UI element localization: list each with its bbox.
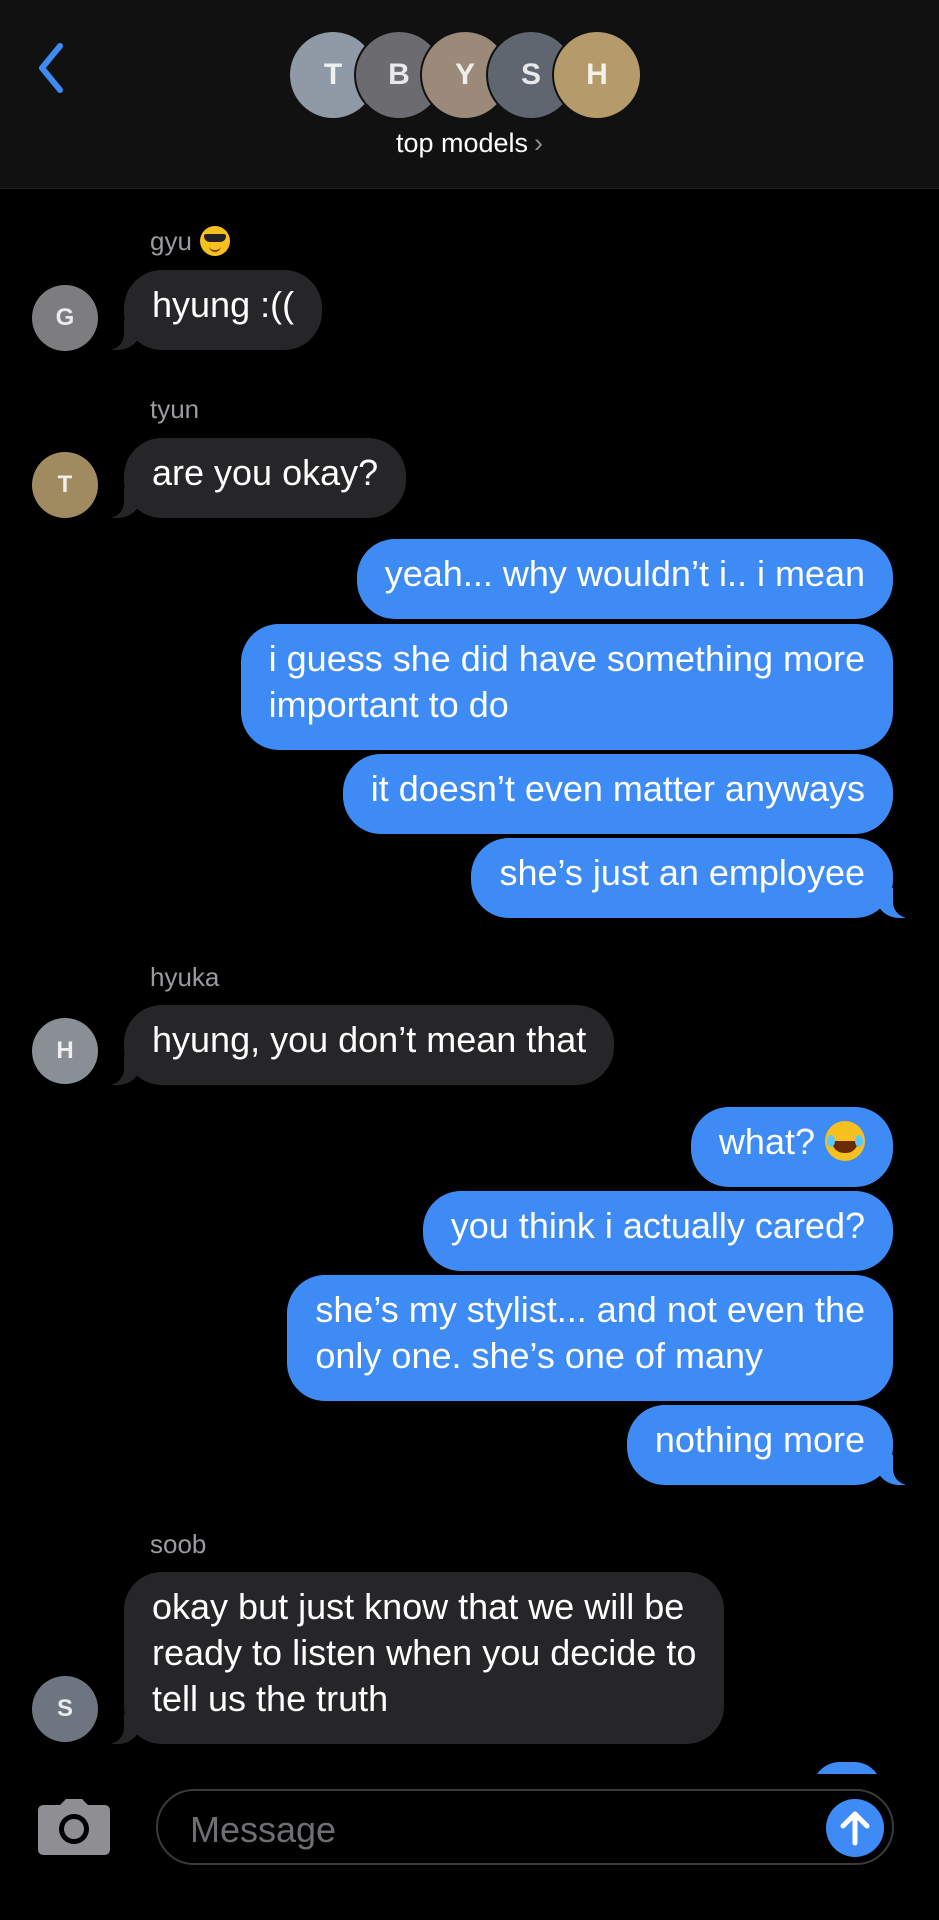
back-button[interactable] [30,38,80,98]
sender-name: soob [150,1529,207,1559]
outgoing-message[interactable]: you think i actually cared? [422,1191,893,1271]
camera-icon [38,1799,110,1855]
message-placeholder: Message [190,1809,337,1850]
outgoing-message[interactable]: i guess she did have something more impor… [240,624,893,750]
group-avatars[interactable]: T B Y S H [288,30,648,122]
avatar[interactable]: G [32,285,98,351]
message-composer: Message [0,1774,939,1920]
laughing-emoji-icon [825,1121,865,1162]
camera-button[interactable] [38,1799,110,1855]
outgoing-message[interactable]: she’s my stylist... and not even the only… [287,1275,893,1401]
incoming-message[interactable]: hyung :(( [99,270,323,350]
incoming-message[interactable]: are you okay? [99,438,407,518]
sunglasses-emoji-icon [199,226,230,257]
outgoing-message[interactable]: yeah... why wouldn’t i.. i mean [356,539,893,619]
chevron-left-icon [39,43,63,93]
chat-header: T B Y S H top models › [0,0,939,189]
avatar[interactable]: S [32,1676,98,1742]
avatar[interactable]: H [32,1018,98,1084]
outgoing-message[interactable]: it doesn’t even matter anyways [342,754,893,834]
sender-name: gyu [150,226,230,258]
sender-name: tyun [150,394,200,424]
send-button[interactable] [826,1799,884,1857]
message-input[interactable]: Message [156,1789,894,1865]
incoming-message[interactable]: okay but just know that we will be ready … [99,1572,725,1744]
outgoing-message[interactable]: nothing more [626,1405,918,1485]
chevron-right-icon: › [534,128,544,158]
avatar: H [552,30,642,120]
outgoing-message[interactable]: she’s just an employee [471,838,917,918]
incoming-message[interactable]: hyung, you don’t mean that [99,1005,615,1085]
avatar[interactable]: T [32,452,98,518]
group-name: top models [395,128,529,158]
arrow-up-icon [840,1811,870,1846]
group-name-button[interactable]: top models › [0,128,939,159]
sender-name: hyuka [150,962,220,992]
outgoing-message[interactable]: what? [690,1107,893,1187]
